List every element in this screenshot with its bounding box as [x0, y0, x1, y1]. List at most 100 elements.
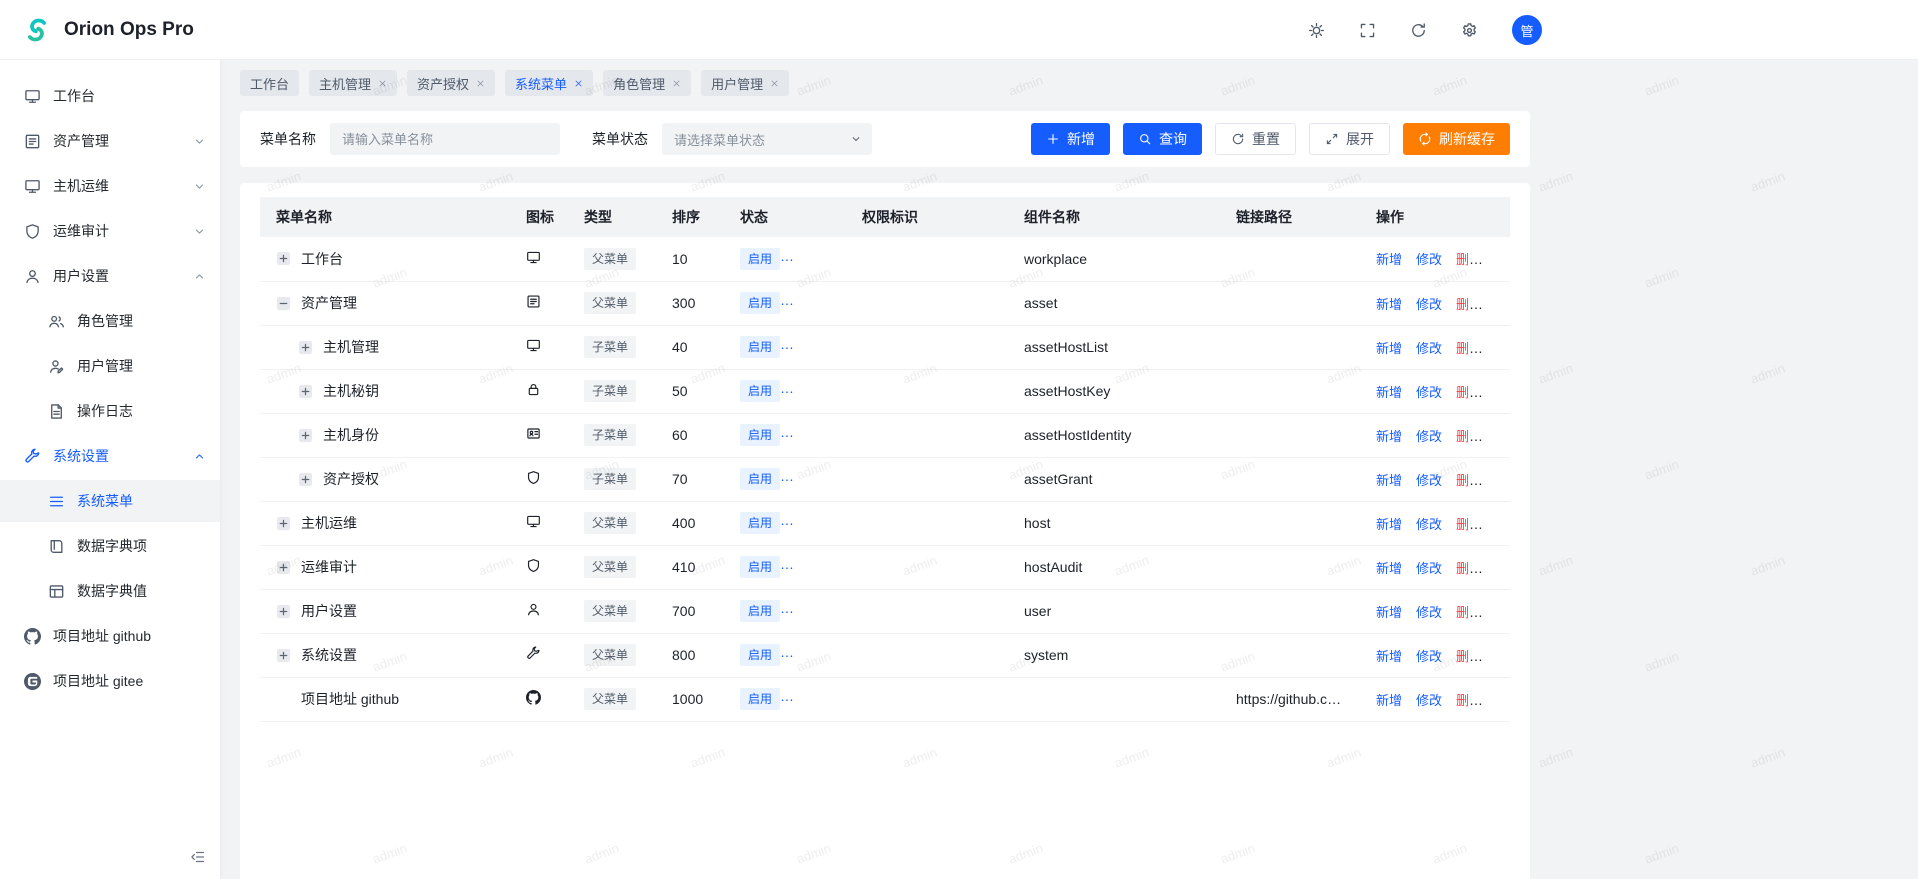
row-add-link[interactable]: 新增: [1376, 561, 1402, 576]
sidebar-item[interactable]: 主机运维: [0, 165, 220, 207]
expand-plus-icon[interactable]: [298, 472, 313, 487]
status-tag[interactable]: 启用: [740, 380, 780, 402]
row-edit-link[interactable]: 修改: [1416, 341, 1442, 356]
status-tag[interactable]: 启用: [740, 512, 780, 534]
expand-plus-icon[interactable]: [276, 516, 291, 531]
row-edit-link[interactable]: 修改: [1416, 252, 1442, 267]
tab-资产授权[interactable]: 资产授权: [407, 70, 495, 96]
sidebar-item[interactable]: 系统菜单: [0, 480, 220, 522]
row-edit-link[interactable]: 修改: [1416, 473, 1442, 488]
row-delete-link[interactable]: 删除: [1456, 252, 1482, 267]
row-edit-link[interactable]: 修改: [1416, 385, 1442, 400]
row-delete-link[interactable]: 删除: [1456, 473, 1482, 488]
search-button[interactable]: 查询: [1123, 123, 1202, 155]
visibility-tag[interactable]: 显示: [792, 644, 832, 666]
refresh-cache-button[interactable]: 刷新缓存: [1403, 123, 1510, 155]
close-icon[interactable]: [574, 79, 583, 88]
visibility-tag[interactable]: 显示: [792, 380, 832, 402]
row-add-link[interactable]: 新增: [1376, 473, 1402, 488]
status-tag[interactable]: 启用: [740, 556, 780, 578]
row-edit-link[interactable]: 修改: [1416, 693, 1442, 708]
expand-plus-icon[interactable]: [298, 384, 313, 399]
tab-用户管理[interactable]: 用户管理: [701, 70, 789, 96]
row-edit-link[interactable]: 修改: [1416, 517, 1442, 532]
tab-角色管理[interactable]: 角色管理: [603, 70, 691, 96]
sidebar-item[interactable]: 项目地址 github: [0, 615, 220, 657]
row-delete-link[interactable]: 删除: [1456, 429, 1482, 444]
close-icon[interactable]: [770, 79, 779, 88]
close-icon[interactable]: [672, 79, 681, 88]
status-tag[interactable]: 启用: [740, 424, 780, 446]
visibility-tag[interactable]: 显示: [792, 248, 832, 270]
visibility-tag[interactable]: 显示: [792, 468, 832, 490]
expand-button[interactable]: 展开: [1309, 123, 1390, 155]
expand-plus-icon[interactable]: [276, 560, 291, 575]
refresh-icon[interactable]: [1410, 22, 1427, 39]
row-add-link[interactable]: 新增: [1376, 693, 1402, 708]
close-icon[interactable]: [378, 79, 387, 88]
status-tag[interactable]: 启用: [740, 600, 780, 622]
status-tag[interactable]: 启用: [740, 644, 780, 666]
settings-icon[interactable]: [1461, 22, 1478, 39]
sidebar-item[interactable]: 项目地址 gitee: [0, 660, 220, 702]
row-add-link[interactable]: 新增: [1376, 385, 1402, 400]
row-add-link[interactable]: 新增: [1376, 517, 1402, 532]
expand-plus-icon[interactable]: [298, 340, 313, 355]
status-tag[interactable]: 启用: [740, 468, 780, 490]
row-edit-link[interactable]: 修改: [1416, 649, 1442, 664]
reset-button[interactable]: 重置: [1215, 123, 1296, 155]
status-tag[interactable]: 启用: [740, 248, 780, 270]
tab-系统菜单[interactable]: 系统菜单: [505, 70, 593, 96]
row-delete-link[interactable]: 删除: [1456, 561, 1482, 576]
expand-plus-icon[interactable]: [298, 428, 313, 443]
sidebar-item[interactable]: 用户设置: [0, 255, 220, 297]
visibility-tag[interactable]: 显示: [792, 292, 832, 314]
row-delete-link[interactable]: 删除: [1456, 605, 1482, 620]
row-add-link[interactable]: 新增: [1376, 649, 1402, 664]
status-tag[interactable]: 启用: [740, 292, 780, 314]
row-add-link[interactable]: 新增: [1376, 297, 1402, 312]
sidebar-item[interactable]: 系统设置: [0, 435, 220, 477]
sidebar-item[interactable]: 角色管理: [0, 300, 220, 342]
sidebar-item[interactable]: 操作日志: [0, 390, 220, 432]
visibility-tag[interactable]: 显示: [792, 512, 832, 534]
visibility-tag[interactable]: 显示: [792, 688, 832, 710]
row-edit-link[interactable]: 修改: [1416, 605, 1442, 620]
row-add-link[interactable]: 新增: [1376, 341, 1402, 356]
collapse-minus-icon[interactable]: [276, 296, 291, 311]
visibility-tag[interactable]: 显示: [792, 424, 832, 446]
sidebar-item[interactable]: 数据字典值: [0, 570, 220, 612]
avatar[interactable]: 管: [1512, 15, 1542, 45]
status-tag[interactable]: 启用: [740, 688, 780, 710]
menu-status-select[interactable]: 请选择菜单状态: [662, 123, 872, 155]
row-delete-link[interactable]: 删除: [1456, 385, 1482, 400]
row-delete-link[interactable]: 删除: [1456, 693, 1482, 708]
visibility-tag[interactable]: 显示: [792, 600, 832, 622]
sidebar-item[interactable]: 工作台: [0, 75, 220, 117]
sidebar-item[interactable]: 运维审计: [0, 210, 220, 252]
sidebar-item[interactable]: 用户管理: [0, 345, 220, 387]
sidebar-item[interactable]: 数据字典项: [0, 525, 220, 567]
row-edit-link[interactable]: 修改: [1416, 561, 1442, 576]
fullscreen-icon[interactable]: [1359, 22, 1376, 39]
visibility-tag[interactable]: 显示: [792, 556, 832, 578]
row-add-link[interactable]: 新增: [1376, 605, 1402, 620]
add-button[interactable]: 新增: [1031, 123, 1110, 155]
menu-name-input[interactable]: [330, 123, 560, 155]
row-delete-link[interactable]: 删除: [1456, 649, 1482, 664]
expand-plus-icon[interactable]: [276, 251, 291, 266]
expand-plus-icon[interactable]: [276, 604, 291, 619]
status-tag[interactable]: 启用: [740, 336, 780, 358]
visibility-tag[interactable]: 显示: [792, 336, 832, 358]
sidebar-item[interactable]: 资产管理: [0, 120, 220, 162]
row-add-link[interactable]: 新增: [1376, 429, 1402, 444]
row-delete-link[interactable]: 删除: [1456, 341, 1482, 356]
sidebar-collapse-icon[interactable]: [190, 849, 206, 865]
close-icon[interactable]: [476, 79, 485, 88]
row-add-link[interactable]: 新增: [1376, 252, 1402, 267]
row-delete-link[interactable]: 删除: [1456, 517, 1482, 532]
row-edit-link[interactable]: 修改: [1416, 429, 1442, 444]
theme-icon[interactable]: [1308, 22, 1325, 39]
tab-工作台[interactable]: 工作台: [240, 70, 299, 96]
tab-主机管理[interactable]: 主机管理: [309, 70, 397, 96]
